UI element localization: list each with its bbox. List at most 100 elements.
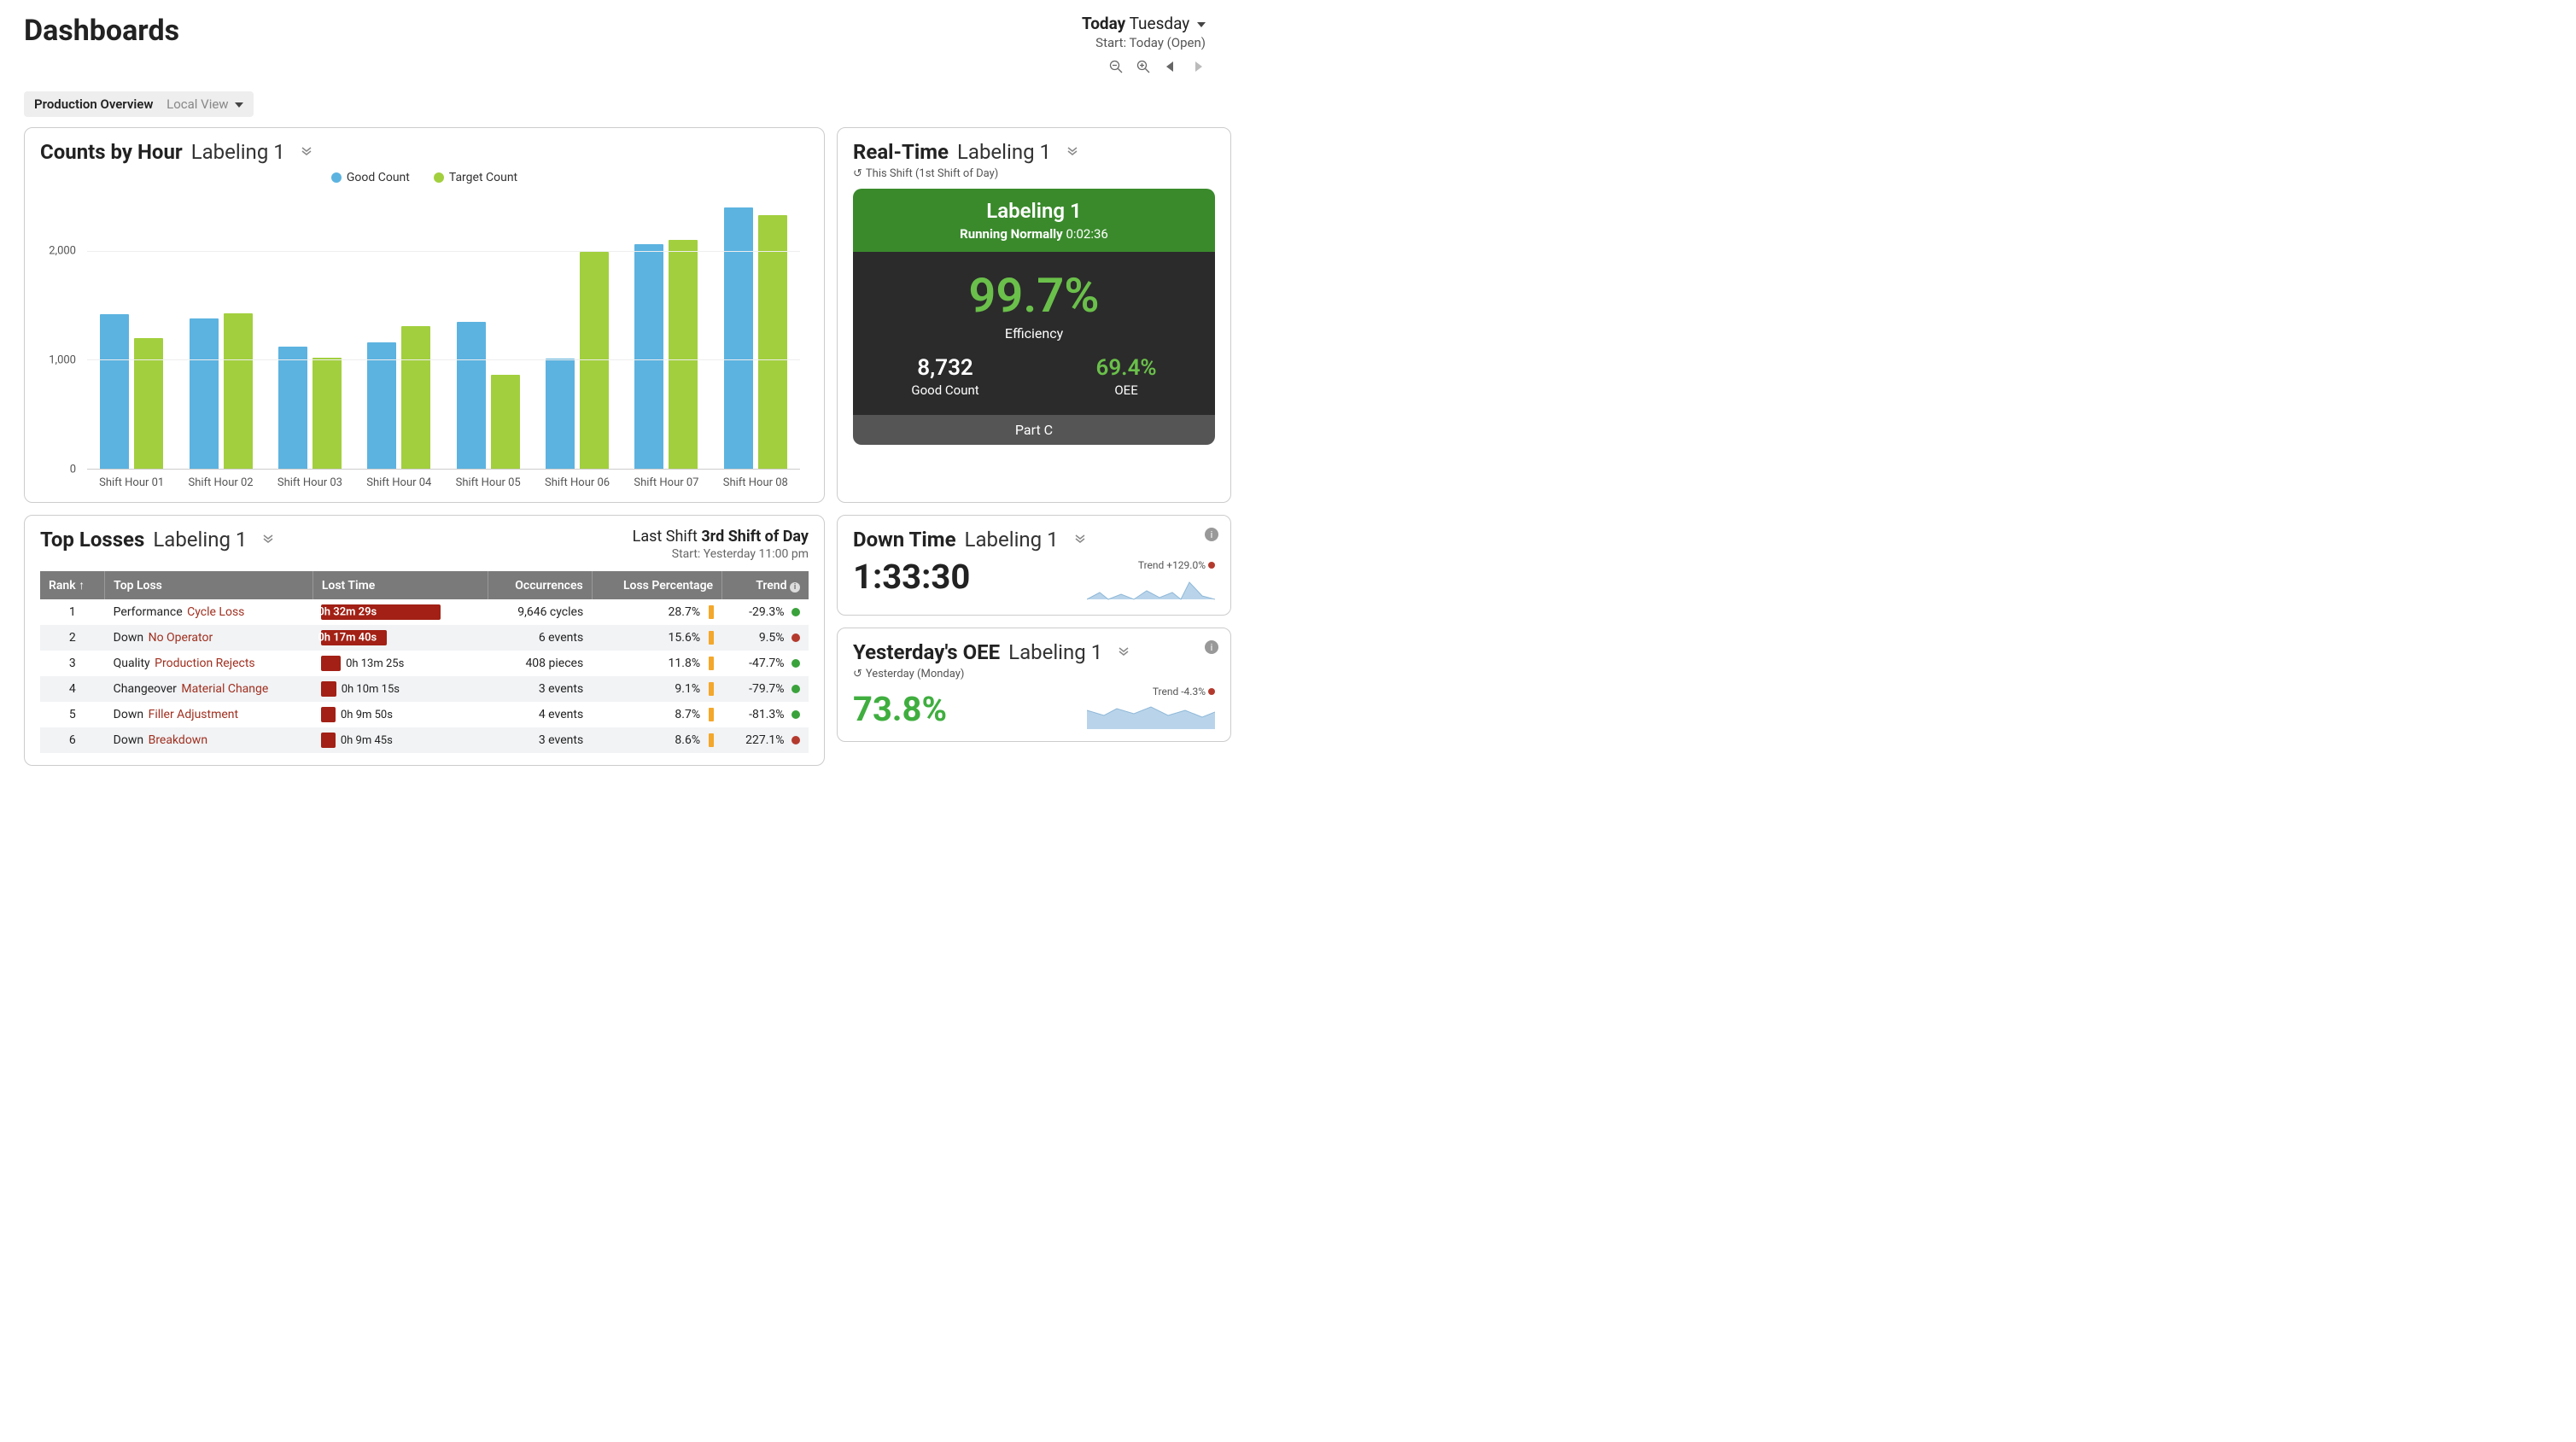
y-tick-label: 2,000: [49, 245, 76, 258]
table-header[interactable]: Trend i: [722, 571, 809, 599]
occurrences-cell: 9,646 cycles: [488, 599, 592, 625]
zoom-out-icon[interactable]: [1108, 59, 1124, 74]
bar[interactable]: [190, 318, 219, 469]
bar[interactable]: [224, 313, 253, 469]
x-tick-label: Shift Hour 04: [354, 471, 443, 495]
trend-cell: -79.7%: [722, 676, 809, 702]
top-losses-table: Rank ↑Top LossLost TimeOccurrencesLoss P…: [40, 571, 809, 753]
lost-time-cell: 0h 10m 15s: [313, 676, 488, 702]
bar[interactable]: [758, 215, 787, 469]
bar-group: [354, 196, 443, 469]
bar[interactable]: [313, 358, 342, 469]
date-day: Tuesday: [1130, 14, 1190, 33]
top-losses-title: Top Losses: [40, 528, 144, 552]
occurrences-cell: 6 events: [488, 625, 592, 651]
down-time-panel: i Down Time Labeling 1 1:33:30 Trend +12…: [837, 515, 1231, 616]
bar-group: [266, 196, 354, 469]
info-icon[interactable]: i: [1205, 528, 1218, 541]
top-losses-subtitle: Labeling 1: [153, 528, 247, 552]
downtime-title: Down Time: [853, 528, 956, 552]
bar[interactable]: [491, 375, 520, 469]
rank-cell: 6: [40, 727, 105, 753]
table-header[interactable]: Occurrences: [488, 571, 592, 599]
realtime-title: Real-Time: [853, 140, 949, 164]
table-row[interactable]: 5Down Filler Adjustment0h 9m 50s4 events…: [40, 702, 809, 727]
x-tick-label: Shift Hour 05: [444, 471, 533, 495]
table-row[interactable]: 1Performance Cycle Loss0h 32m 29s9,646 c…: [40, 599, 809, 625]
table-header[interactable]: Rank ↑: [40, 571, 105, 599]
bar[interactable]: [401, 326, 430, 469]
prev-arrow-icon[interactable]: [1163, 59, 1178, 74]
legend-item[interactable]: Target Count: [434, 171, 517, 184]
last-shift-start: Start: Yesterday 11:00 pm: [633, 547, 809, 561]
rank-cell: 3: [40, 651, 105, 676]
info-icon[interactable]: i: [1205, 640, 1218, 654]
rank-cell: 1: [40, 599, 105, 625]
table-header[interactable]: Loss Percentage: [592, 571, 721, 599]
chevron-down-icon: [231, 96, 243, 112]
date-subtext: Start: Today (Open): [1082, 35, 1206, 50]
bar[interactable]: [669, 240, 698, 469]
bar[interactable]: [457, 322, 486, 469]
bar[interactable]: [546, 359, 575, 469]
trend-dot-icon: [1208, 562, 1215, 569]
chart-legend: Good Count Target Count: [40, 171, 809, 184]
legend-item[interactable]: Good Count: [331, 171, 410, 184]
yoee-note-text: Yesterday (Monday): [866, 668, 965, 680]
trend-cell: -81.3%: [722, 702, 809, 727]
view-tabs[interactable]: Production Overview Local View: [24, 91, 254, 117]
bar[interactable]: [367, 342, 396, 469]
bar[interactable]: [278, 347, 307, 469]
page-title: Dashboards: [24, 14, 179, 48]
expand-icon[interactable]: [1066, 144, 1078, 160]
loss-pct-cell: 28.7%: [592, 599, 721, 625]
x-tick-label: Shift Hour 01: [87, 471, 176, 495]
rt-efficiency-value: 99.7%: [853, 267, 1215, 324]
rt-good-count-label: Good Count: [911, 382, 978, 398]
table-header[interactable]: Top Loss: [105, 571, 313, 599]
table-row[interactable]: 2Down No Operator0h 17m 40s6 events15.6%…: [40, 625, 809, 651]
table-row[interactable]: 4Changeover Material Change0h 10m 15s3 e…: [40, 676, 809, 702]
loss-pct-cell: 9.1%: [592, 676, 721, 702]
x-tick-label: Shift Hour 08: [711, 471, 800, 495]
date-selector[interactable]: Today Tuesday: [1082, 14, 1206, 33]
trend-cell: 9.5%: [722, 625, 809, 651]
expand-icon[interactable]: [1118, 645, 1130, 660]
tab-local-view[interactable]: Local View: [166, 96, 243, 112]
bar-group: [622, 196, 710, 469]
downtime-sparkline: [1087, 574, 1215, 603]
date-panel: Today Tuesday Start: Today (Open): [1082, 14, 1206, 74]
loss-pct-cell: 11.8%: [592, 651, 721, 676]
tab-production-overview[interactable]: Production Overview: [34, 96, 153, 112]
trend-cell: -47.7%: [722, 651, 809, 676]
rt-good-count-value: 8,732: [911, 355, 978, 381]
expand-icon[interactable]: [301, 144, 313, 160]
chevron-down-icon: [1194, 14, 1206, 33]
realtime-card[interactable]: Labeling 1 Running Normally 0:02:36 99.7…: [853, 189, 1215, 445]
rt-status: Running Normally 0:02:36: [853, 226, 1215, 242]
date-prefix: Today: [1082, 14, 1125, 33]
chart-title: Counts by Hour: [40, 140, 183, 164]
yesterday-oee-panel: i Yesterday's OEE Labeling 1 ↺Yesterday …: [837, 628, 1231, 742]
bar-group: [176, 196, 265, 469]
y-tick-label: 1,000: [49, 354, 76, 367]
occurrences-cell: 408 pieces: [488, 651, 592, 676]
rt-status-text: Running Normally: [960, 226, 1063, 242]
bar[interactable]: [100, 314, 129, 469]
yoee-trend-label: Trend -4.3%: [1153, 686, 1206, 698]
next-arrow-icon[interactable]: [1190, 59, 1206, 74]
table-row[interactable]: 3Quality Production Rejects0h 13m 25s408…: [40, 651, 809, 676]
bar[interactable]: [724, 207, 753, 469]
downtime-trend-label: Trend +129.0%: [1138, 559, 1206, 571]
lost-time-cell: 0h 9m 50s: [313, 702, 488, 727]
expand-icon[interactable]: [262, 532, 274, 547]
rt-status-time: 0:02:36: [1066, 226, 1107, 242]
bar[interactable]: [634, 244, 663, 469]
table-header[interactable]: Lost Time: [313, 571, 488, 599]
bar[interactable]: [134, 338, 163, 469]
table-row[interactable]: 6Down Breakdown0h 9m 45s3 events8.6% 227…: [40, 727, 809, 753]
zoom-in-icon[interactable]: [1136, 59, 1151, 74]
occurrences-cell: 4 events: [488, 702, 592, 727]
expand-icon[interactable]: [1074, 532, 1086, 547]
rank-cell: 4: [40, 676, 105, 702]
